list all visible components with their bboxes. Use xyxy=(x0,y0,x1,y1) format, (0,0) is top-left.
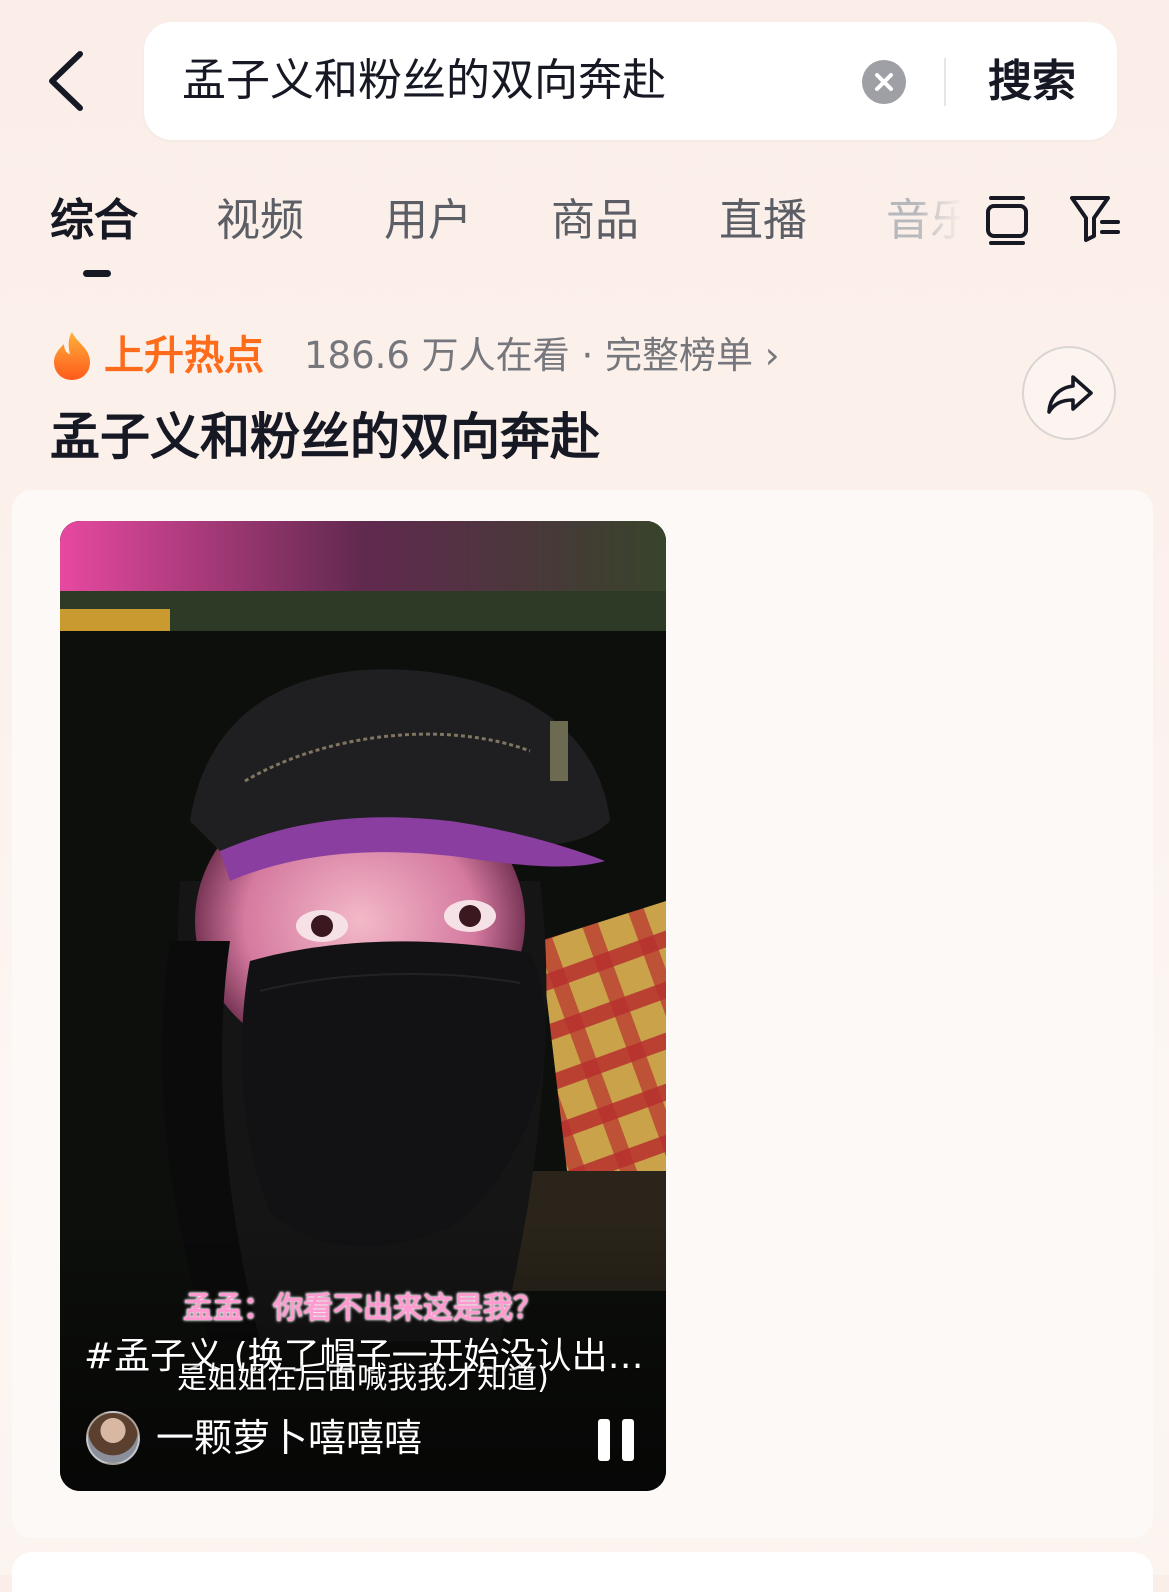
tab-products[interactable]: 商品 xyxy=(551,186,639,256)
clear-circle-icon xyxy=(875,73,893,91)
back-button[interactable] xyxy=(40,44,100,118)
share-button[interactable] xyxy=(1022,346,1116,440)
tab-comprehensive[interactable]: 综合 xyxy=(50,186,138,256)
video-thumbnail[interactable]: 孟孟：你看不出来这是我？ #孟子义 (换了帽子一开始没认出来姐… 是姐姐在后面喊… xyxy=(60,521,666,1491)
next-card-edge xyxy=(12,1552,1153,1592)
pause-button[interactable] xyxy=(596,1419,636,1461)
share-icon xyxy=(1047,375,1093,414)
tab-music[interactable]: 音乐 xyxy=(886,186,962,256)
search-input[interactable] xyxy=(182,44,822,118)
avatar[interactable] xyxy=(86,1411,140,1465)
pause-icon xyxy=(598,1419,610,1461)
active-tab-indicator xyxy=(83,270,111,277)
tab-video[interactable]: 视频 xyxy=(216,186,304,256)
card-layout-icon xyxy=(986,196,1028,245)
search-submit-button[interactable]: 搜索 xyxy=(972,48,1092,116)
pause-icon-bar xyxy=(622,1419,634,1461)
video-caption-pink: 孟孟：你看不出来这是我？ xyxy=(183,1291,543,1326)
clear-search-button[interactable] xyxy=(862,60,906,104)
hot-topic-title[interactable]: 孟子义和粉丝的双向奔赴 xyxy=(50,404,600,470)
search-bar: 搜索 xyxy=(144,22,1117,140)
tab-users[interactable]: 用户 xyxy=(384,186,472,256)
filter-icon xyxy=(1070,196,1120,242)
hot-badge-label: 上升热点 xyxy=(104,333,264,379)
video-caption-white: 是姐姐在后面喊我我才知道) xyxy=(177,1361,549,1396)
fire-icon xyxy=(54,332,90,380)
layout-toggle-button[interactable] xyxy=(983,190,1031,246)
hot-list-link[interactable]: 186.6 万人在看 · 完整榜单 › xyxy=(304,330,780,382)
author-name[interactable]: 一颗萝卜嘻嘻嘻 xyxy=(156,1411,422,1465)
chevron-left-icon xyxy=(49,51,83,111)
search-divider xyxy=(944,58,946,106)
filter-button[interactable] xyxy=(1068,190,1122,246)
tab-live[interactable]: 直播 xyxy=(719,186,807,256)
category-tabs: 综合 视频 用户 商品 直播 音乐 xyxy=(0,186,980,256)
